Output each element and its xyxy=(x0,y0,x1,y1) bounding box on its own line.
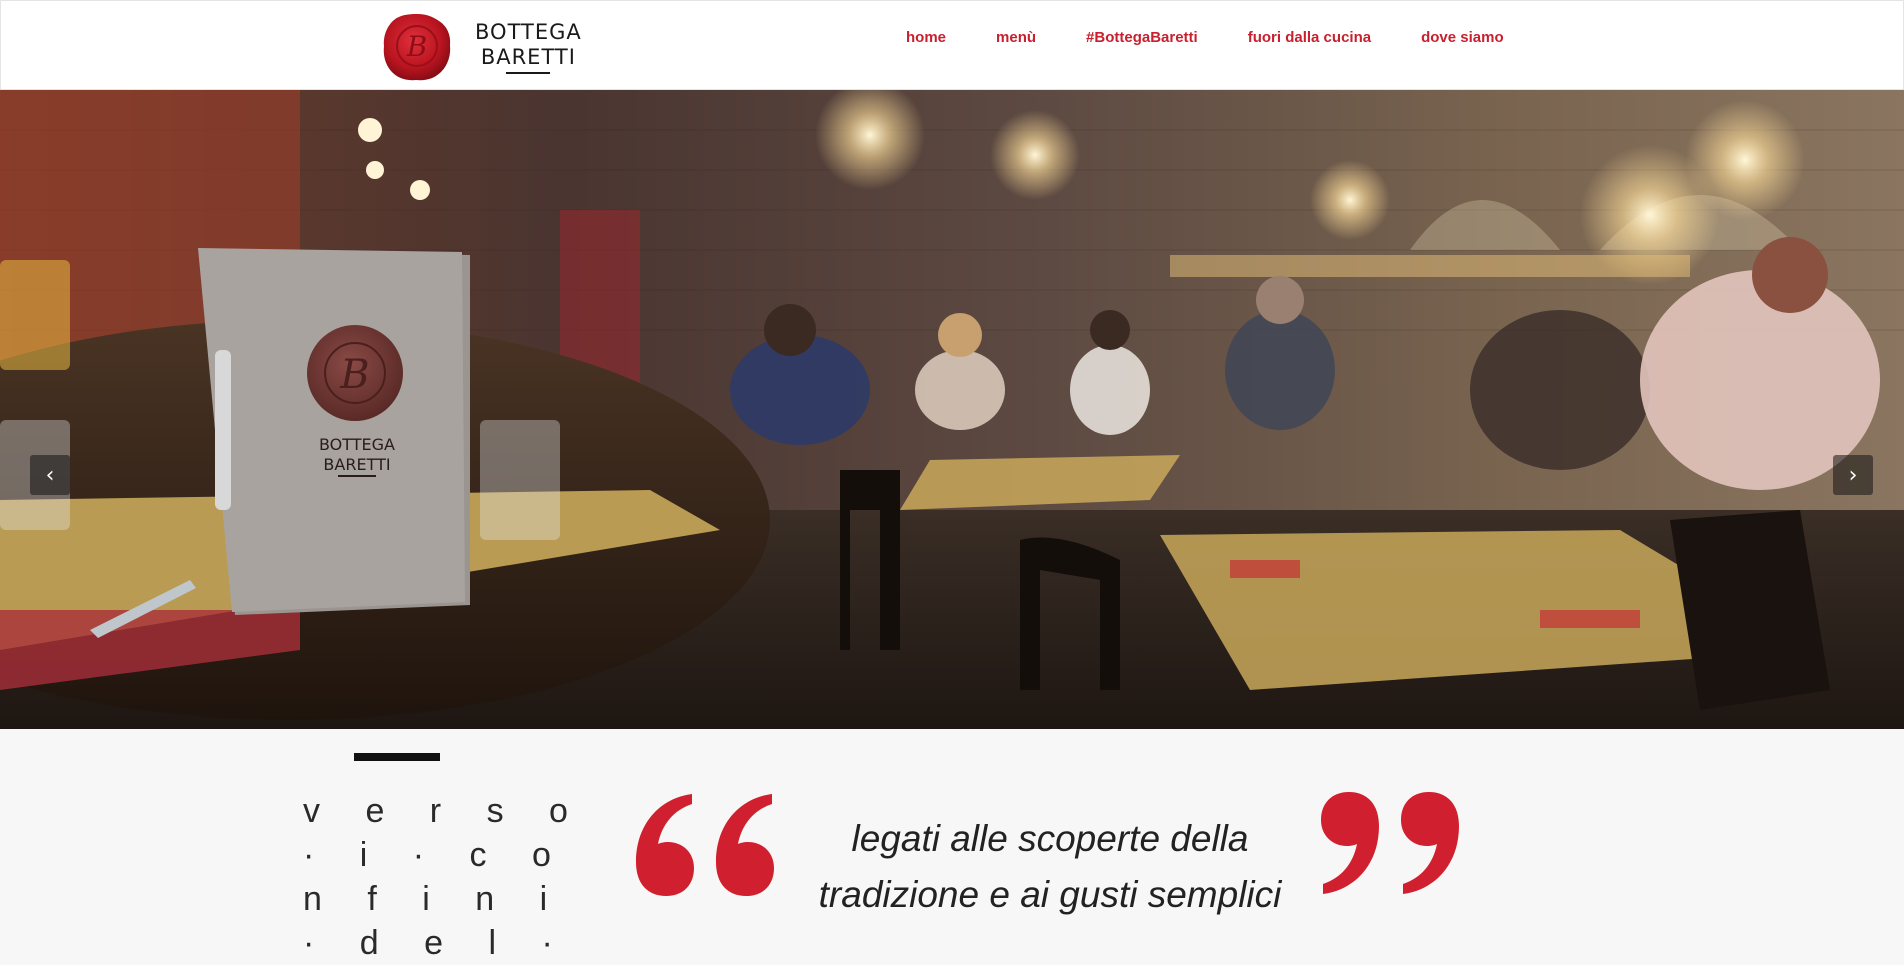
brand-underline xyxy=(506,72,551,74)
menu-brand-line-2: BARETTI xyxy=(323,455,390,474)
site-header: B BOTTEGA BARETTI home menù #BottegaBare… xyxy=(0,0,1904,90)
open-quote-icon xyxy=(630,784,780,909)
quote-text: legati alle scoperte della tradizione e … xyxy=(800,811,1300,923)
logo[interactable]: B BOTTEGA BARETTI xyxy=(381,9,581,85)
nav-dove-siamo[interactable]: dove siamo xyxy=(1421,29,1504,46)
tagline-line-2: · i · c o xyxy=(303,836,569,874)
menu-brand-line-1: BOTTEGA xyxy=(319,435,395,454)
brand-line-1: BOTTEGA xyxy=(475,20,582,44)
nav-bottega-baretti[interactable]: #BottegaBaretti xyxy=(1086,29,1198,46)
nav-fuori-dalla-cucina[interactable]: fuori dalla cucina xyxy=(1248,29,1371,46)
seal-letter: B xyxy=(406,30,428,63)
nav-menu[interactable]: menù xyxy=(996,29,1036,46)
slider-next-button[interactable]: › xyxy=(1833,455,1873,495)
tagline-line-1: v e r s o xyxy=(303,792,586,830)
hero-image: B BOTTEGA BARETTI xyxy=(0,90,1904,729)
quote-line-1: legati alle scoperte della xyxy=(851,818,1249,859)
chevron-left-icon: ‹ xyxy=(45,462,55,488)
chevron-right-icon: › xyxy=(1848,462,1858,488)
brand-name: BOTTEGA BARETTI xyxy=(475,20,582,74)
menu-seal-letter: B xyxy=(339,352,369,398)
menu-card: B BOTTEGA BARETTI xyxy=(198,248,470,615)
brand-line-2: BARETTI xyxy=(480,45,576,69)
hero-slider: B BOTTEGA BARETTI ‹ › xyxy=(0,90,1904,729)
intro-section: v e r s o · i · c o n f i n i · d e l · … xyxy=(0,729,1904,962)
main-nav: home menù #BottegaBaretti fuori dalla cu… xyxy=(906,29,1504,46)
quote-line-2: tradizione e ai gusti semplici xyxy=(818,874,1282,915)
vertical-tagline: v e r s o · i · c o n f i n i · d e l · xyxy=(303,789,586,965)
tagline-line-4: · d e l · xyxy=(303,924,571,962)
nav-home[interactable]: home xyxy=(906,29,946,46)
wax-seal-icon: B xyxy=(381,11,453,83)
slider-prev-button[interactable]: ‹ xyxy=(30,455,70,495)
section-divider-bar xyxy=(354,753,440,761)
close-quote-icon xyxy=(1315,784,1465,909)
tagline-line-3: n f i n i xyxy=(303,880,566,918)
